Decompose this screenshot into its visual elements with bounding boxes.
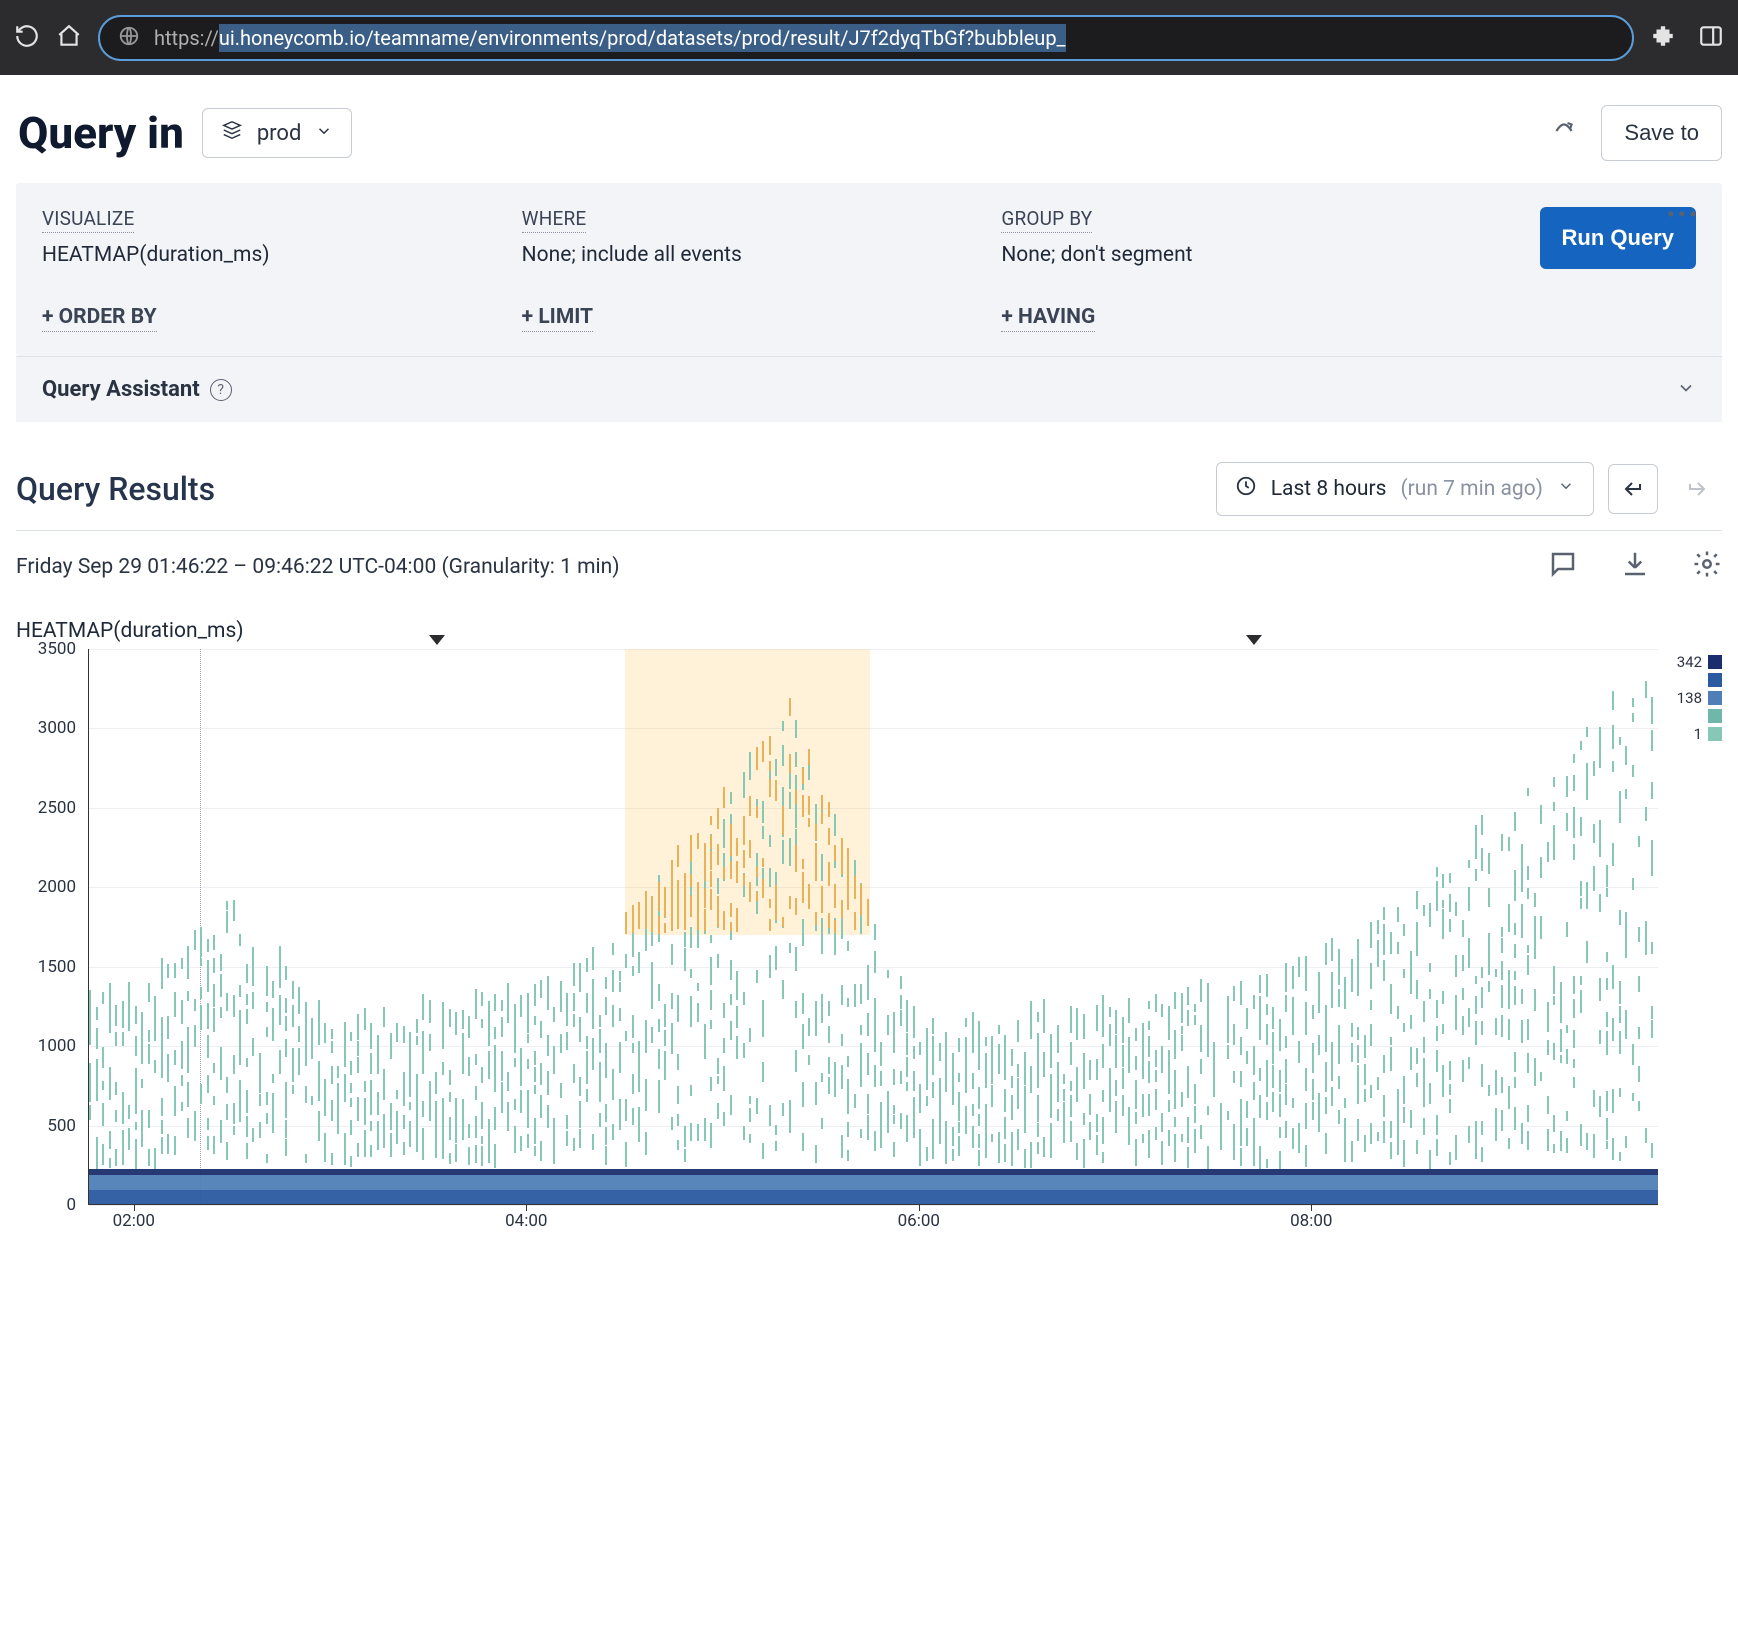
legend-swatch bbox=[1708, 709, 1722, 723]
reload-icon[interactable] bbox=[14, 23, 40, 53]
nav-forward-button[interactable] bbox=[1672, 464, 1722, 514]
download-icon[interactable] bbox=[1620, 549, 1650, 585]
url-bar[interactable]: https://ui.honeycomb.io/teamname/environ… bbox=[98, 15, 1634, 61]
help-icon[interactable]: ? bbox=[210, 379, 232, 401]
visualize-label[interactable]: VISUALIZE bbox=[42, 207, 134, 233]
legend-swatch bbox=[1708, 727, 1722, 741]
page-header: Query in prod Save to bbox=[16, 91, 1722, 183]
heatmap-legend: 342 138 1 bbox=[1658, 649, 1722, 1239]
url-text: https://ui.honeycomb.io/teamname/environ… bbox=[154, 26, 1066, 50]
query-builder: ••• VISUALIZE HEATMAP(duration_ms) WHERE… bbox=[16, 183, 1722, 356]
x-axis: 02:0004:0006:0008:00 bbox=[88, 1205, 1658, 1239]
legend-max: 342 bbox=[1677, 653, 1702, 671]
having-add[interactable]: + HAVING bbox=[1001, 305, 1095, 332]
results-title: Query Results bbox=[16, 470, 215, 508]
plot-area[interactable] bbox=[88, 649, 1658, 1205]
legend-swatch bbox=[1708, 673, 1722, 687]
timestamp-range: Friday Sep 29 01:46:22 – 09:46:22 UTC-04… bbox=[16, 555, 620, 579]
chevron-down-icon bbox=[1557, 477, 1575, 501]
legend-min: 1 bbox=[1694, 725, 1702, 743]
results-header: Query Results Last 8 hours (run 7 min ag… bbox=[16, 462, 1722, 516]
query-assistant-label: Query Assistant bbox=[42, 377, 200, 402]
limit-add[interactable]: + LIMIT bbox=[522, 305, 593, 332]
separator bbox=[16, 530, 1722, 531]
where-label[interactable]: WHERE bbox=[522, 207, 587, 233]
clock-icon bbox=[1235, 475, 1257, 503]
results-meta: Friday Sep 29 01:46:22 – 09:46:22 UTC-04… bbox=[16, 549, 1722, 585]
nav-back-button[interactable] bbox=[1608, 464, 1658, 514]
comment-icon[interactable] bbox=[1548, 549, 1578, 585]
groupby-label[interactable]: GROUP BY bbox=[1001, 207, 1092, 233]
chevron-down-icon bbox=[315, 121, 333, 146]
legend-swatch bbox=[1708, 655, 1722, 669]
dataset-name: prod bbox=[257, 121, 302, 146]
home-icon[interactable] bbox=[56, 23, 82, 53]
save-button[interactable]: Save to bbox=[1601, 105, 1722, 161]
groupby-value[interactable]: None; don't segment bbox=[1001, 243, 1539, 267]
legend-swatch bbox=[1708, 691, 1722, 705]
time-range-label: Last 8 hours bbox=[1271, 477, 1387, 501]
query-assistant-row[interactable]: Query Assistant ? bbox=[16, 356, 1722, 422]
orderby-add[interactable]: + ORDER BY bbox=[42, 305, 157, 332]
heatmap-chart[interactable]: 0500100015002000250030003500 02:0004:000… bbox=[16, 649, 1658, 1239]
globe-icon bbox=[118, 25, 140, 51]
y-axis: 0500100015002000250030003500 bbox=[16, 649, 84, 1205]
time-range-select[interactable]: Last 8 hours (run 7 min ago) bbox=[1216, 462, 1594, 516]
legend-mid: 138 bbox=[1677, 689, 1702, 707]
panel-icon[interactable] bbox=[1698, 23, 1724, 53]
chart-title: HEATMAP(duration_ms) bbox=[16, 619, 1722, 643]
more-icon[interactable]: ••• bbox=[1667, 201, 1700, 229]
extensions-icon[interactable] bbox=[1650, 23, 1676, 53]
visualize-value[interactable]: HEATMAP(duration_ms) bbox=[42, 243, 522, 267]
where-value[interactable]: None; include all events bbox=[522, 243, 1002, 267]
marker-icon[interactable] bbox=[429, 635, 445, 645]
page-title: Query in bbox=[18, 107, 184, 159]
browser-chrome: https://ui.honeycomb.io/teamname/environ… bbox=[0, 0, 1738, 75]
run-age: (run 7 min ago) bbox=[1400, 477, 1543, 501]
share-icon[interactable] bbox=[1551, 118, 1577, 148]
dataset-icon bbox=[221, 119, 243, 147]
dataset-select[interactable]: prod bbox=[202, 108, 353, 158]
marker-icon[interactable] bbox=[1246, 635, 1262, 645]
chevron-down-icon bbox=[1676, 378, 1696, 402]
gear-icon[interactable] bbox=[1692, 549, 1722, 585]
